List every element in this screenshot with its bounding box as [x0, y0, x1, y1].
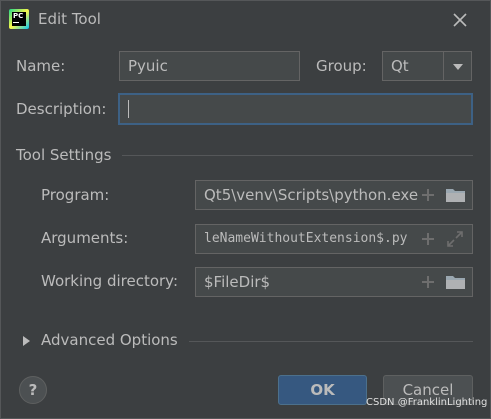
name-input[interactable]: Pyuic — [119, 51, 300, 81]
add-macro-icon[interactable] — [419, 273, 437, 291]
working-directory-label: Working directory: — [41, 272, 179, 290]
group-combobox[interactable]: Qt — [382, 51, 472, 81]
text-cursor — [128, 99, 129, 118]
expand-triangle-icon[interactable] — [22, 335, 32, 347]
description-label: Description: — [16, 100, 107, 118]
add-macro-icon[interactable] — [419, 230, 437, 248]
expand-icon[interactable] — [446, 230, 464, 248]
chevron-down-icon[interactable] — [453, 64, 463, 70]
dialog-title: Edit Tool — [38, 10, 101, 28]
add-macro-icon[interactable] — [419, 186, 437, 204]
ok-button[interactable]: OK — [278, 375, 367, 405]
combo-separator — [443, 52, 444, 80]
name-label: Name: — [16, 57, 66, 75]
tool-settings-header: Tool Settings — [16, 146, 112, 164]
folder-icon[interactable] — [445, 273, 467, 291]
advanced-options-toggle[interactable]: Advanced Options — [41, 331, 178, 349]
description-input[interactable] — [118, 93, 473, 125]
watermark: CSDN @FranklinLighting — [366, 397, 488, 408]
arguments-label: Arguments: — [41, 229, 129, 247]
close-icon[interactable] — [451, 11, 469, 29]
folder-icon[interactable] — [445, 186, 467, 204]
section-divider — [122, 155, 473, 156]
group-label: Group: — [316, 57, 367, 75]
program-label: Program: — [41, 186, 110, 204]
group-value: Qt — [391, 57, 409, 75]
pycharm-logo-icon: PC — [9, 9, 29, 29]
help-button[interactable]: ? — [19, 376, 47, 404]
section-divider — [189, 341, 473, 342]
